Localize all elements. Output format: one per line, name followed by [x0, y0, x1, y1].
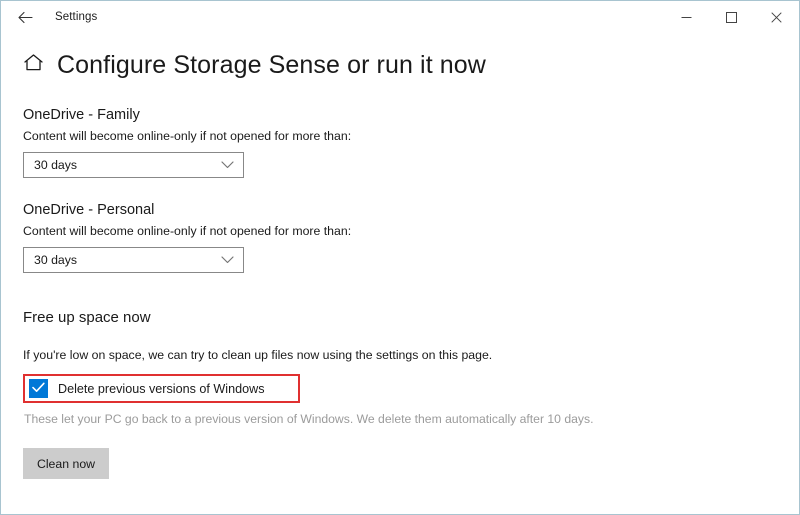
- page-header: Configure Storage Sense or run it now: [1, 45, 799, 85]
- delete-previous-versions-note: These let your PC go back to a previous …: [24, 412, 594, 426]
- onedrive-personal-retention-value: 30 days: [34, 253, 78, 267]
- close-button[interactable]: [754, 1, 799, 33]
- onedrive-personal-group: OneDrive - Personal Content will become …: [23, 202, 779, 273]
- minimize-button[interactable]: [664, 1, 709, 33]
- free-up-space-description: If you're low on space, we can try to cl…: [23, 348, 493, 362]
- onedrive-family-group: OneDrive - Family Content will become on…: [23, 107, 779, 178]
- page-title: Configure Storage Sense or run it now: [57, 50, 486, 79]
- onedrive-personal-retention-dropdown[interactable]: 30 days: [23, 247, 244, 273]
- free-up-space-title: Free up space now: [23, 309, 151, 326]
- onedrive-family-description: Content will become online-only if not o…: [23, 129, 352, 143]
- onedrive-family-title: OneDrive - Family: [23, 107, 140, 123]
- home-icon: [23, 53, 44, 77]
- caption-buttons: [664, 1, 799, 33]
- home-button[interactable]: [19, 51, 47, 79]
- maximize-button[interactable]: [709, 1, 754, 33]
- checkmark-icon: [32, 380, 45, 398]
- title-bar: Settings: [1, 1, 799, 33]
- back-arrow-icon: [17, 11, 33, 24]
- delete-previous-versions-label: Delete previous versions of Windows: [58, 381, 265, 396]
- back-button[interactable]: [3, 2, 47, 32]
- maximize-icon: [726, 11, 737, 23]
- chevron-down-icon: [221, 161, 234, 169]
- close-icon: [771, 11, 782, 23]
- settings-content: OneDrive - Family Content will become on…: [1, 107, 799, 514]
- minimize-icon: [681, 12, 692, 23]
- onedrive-family-retention-value: 30 days: [34, 158, 78, 172]
- delete-previous-versions-checkbox-row[interactable]: Delete previous versions of Windows: [29, 379, 286, 398]
- settings-window: Settings Configure Storage Sense or run …: [0, 0, 800, 515]
- delete-previous-versions-checkbox[interactable]: [29, 379, 48, 398]
- free-up-space-section: Free up space now If you're low on space…: [23, 309, 779, 479]
- clean-now-button[interactable]: Clean now: [23, 448, 109, 479]
- highlight-box: Delete previous versions of Windows: [23, 374, 300, 403]
- chevron-down-icon: [221, 256, 234, 264]
- onedrive-family-retention-dropdown[interactable]: 30 days: [23, 152, 244, 178]
- onedrive-personal-description: Content will become online-only if not o…: [23, 224, 352, 238]
- app-title: Settings: [55, 11, 98, 23]
- onedrive-personal-title: OneDrive - Personal: [23, 202, 155, 218]
